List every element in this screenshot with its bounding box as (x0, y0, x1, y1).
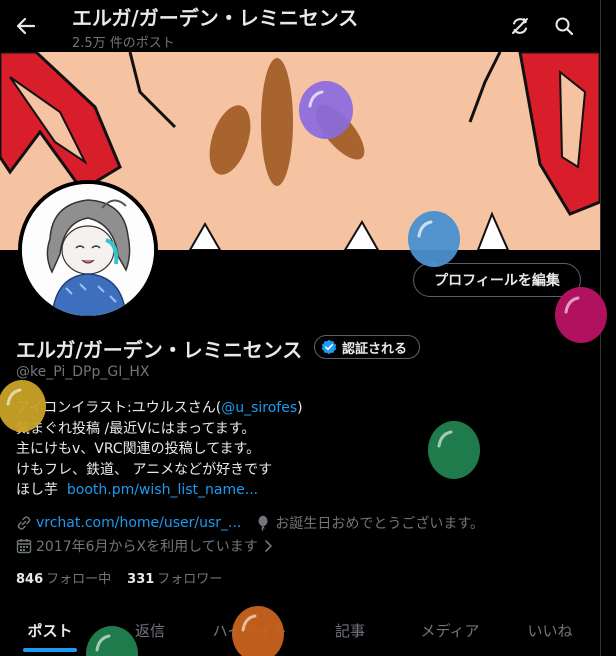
tab-posts[interactable]: ポスト (0, 604, 100, 656)
tab-highlights[interactable]: ハイライト (200, 604, 300, 656)
avatar[interactable] (18, 180, 158, 320)
tab-label: いいね (527, 621, 573, 640)
profile-tabs: ポスト 返信 ハイライト 記事 メディア いいね (0, 604, 600, 656)
tab-replies[interactable]: 返信 (100, 604, 200, 656)
arrow-left-icon (16, 17, 36, 35)
bio-text: アイコンイラスト:ユウルスさん( (16, 400, 222, 416)
bio-line-5: ほし芋 booth.pm/wish_list_name... (16, 480, 303, 501)
following-link[interactable]: 846 フォロー中 (16, 568, 111, 587)
active-tab-indicator (23, 648, 77, 652)
birthday-item: お誕生日おめでとうございます。 (255, 513, 484, 533)
back-button[interactable] (8, 8, 44, 44)
bio-line-4: けもフレ、鉄道、 アニメなどが好きです (16, 461, 273, 478)
calendar-icon (16, 539, 32, 554)
tab-label: 記事 (334, 621, 365, 640)
tab-label: 返信 (134, 621, 165, 640)
link-icon (17, 516, 31, 530)
tab-label: ポスト (27, 621, 73, 640)
balloon-icon (258, 515, 268, 531)
profile-meta: vrchat.com/home/user/usr_... お誕生日おめでとうござ… (16, 513, 484, 533)
tab-likes[interactable]: いいね (500, 604, 600, 656)
tab-label: メディア (420, 621, 480, 640)
chevron-right-icon (264, 540, 272, 552)
search-icon (555, 17, 574, 36)
tab-media[interactable]: メディア (400, 604, 500, 656)
bio-line-1: アイコンイラスト:ユウルスさん(@u_sirofes) (16, 398, 303, 419)
profile-header: エルガ/ガーデン・レミニセンス 2.5万 件のポスト (0, 0, 600, 52)
scrollbar-gutter (600, 0, 616, 656)
website-link[interactable]: vrchat.com/home/user/usr_... (36, 515, 241, 531)
following-count: 846 (16, 572, 44, 587)
refresh-off-icon (512, 18, 528, 34)
profile-handle: @ke_Pi_DPp_GI_HX (16, 364, 150, 380)
joined-row[interactable]: 2017年6月からXを利用しています (16, 536, 274, 556)
bio-text: ) (297, 400, 303, 416)
get-verified-button[interactable]: 認証される (314, 335, 421, 359)
post-count: 2.5万 件のポスト (72, 36, 175, 51)
following-label: フォロー中 (46, 572, 112, 587)
joined-text: 2017年6月からXを利用しています (36, 539, 258, 555)
follow-stats: 846 フォロー中 331 フォロワー (16, 568, 222, 587)
birthday-text: お誕生日おめでとうございます。 (275, 516, 484, 532)
profile-bio: アイコンイラスト:ユウルスさん(@u_sirofes) 気まぐれ投稿 /最近Vに… (16, 398, 303, 501)
refresh-button[interactable] (502, 8, 538, 44)
tab-articles[interactable]: 記事 (300, 604, 400, 656)
bio-line-2: 気まぐれ投稿 /最近Vにはまってます。 (16, 420, 256, 437)
followers-label: フォロワー (157, 572, 223, 587)
website-item: vrchat.com/home/user/usr_... (16, 515, 241, 531)
profile-page: エルガ/ガーデン・レミニセンス 2.5万 件のポスト プロフィールを編集 エルガ… (0, 0, 600, 656)
verified-badge-icon (321, 339, 337, 355)
profile-name: エルガ/ガーデン・レミニセンス (16, 338, 303, 362)
get-verified-label: 認証される (342, 341, 408, 357)
search-button[interactable] (546, 8, 582, 44)
bio-line-3: 主にけもv、VRC関連の投稿してます。 (16, 441, 261, 457)
mention-link[interactable]: @u_sirofes (221, 400, 297, 416)
followers-count: 331 (127, 572, 155, 587)
booth-link[interactable]: booth.pm/wish_list_name... (67, 482, 258, 498)
joined-item[interactable]: 2017年6月からXを利用しています (16, 536, 274, 556)
tab-label: ハイライト (212, 621, 288, 640)
avatar-illustration (22, 184, 154, 316)
bio-text: ほし芋 (16, 482, 58, 498)
edit-profile-button[interactable]: プロフィールを編集 (413, 263, 581, 297)
header-title: エルガ/ガーデン・レミニセンス (72, 6, 359, 30)
followers-link[interactable]: 331 フォロワー (127, 568, 222, 587)
